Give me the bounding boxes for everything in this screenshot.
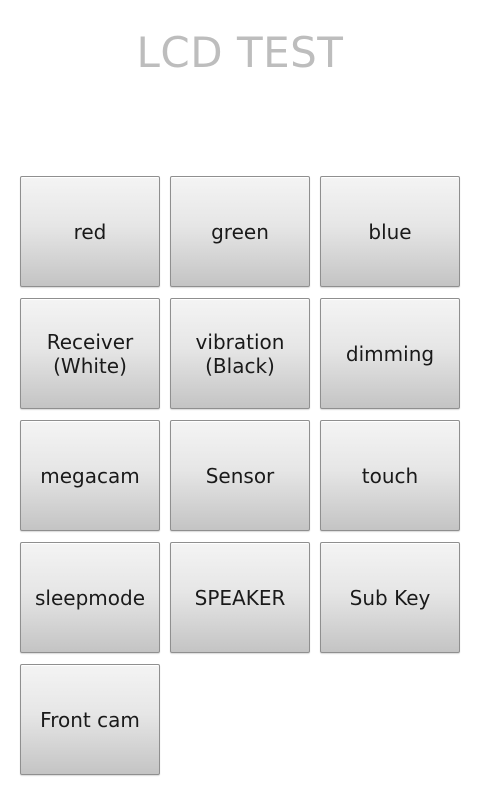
lcd-test-screen: LCD TEST red green blue Receiver (White)… [0,0,480,800]
touch-button[interactable]: touch [320,420,460,531]
sleepmode-button[interactable]: sleepmode [20,542,160,653]
green-button[interactable]: green [170,176,310,287]
blue-button[interactable]: blue [320,176,460,287]
sub-key-button[interactable]: Sub Key [320,542,460,653]
test-button-grid: red green blue Receiver (White) vibratio… [20,176,460,775]
speaker-button[interactable]: SPEAKER [170,542,310,653]
sensor-button[interactable]: Sensor [170,420,310,531]
red-button[interactable]: red [20,176,160,287]
megacam-button[interactable]: megacam [20,420,160,531]
front-cam-button[interactable]: Front cam [20,664,160,775]
page-title: LCD TEST [136,28,344,77]
receiver-white-button[interactable]: Receiver (White) [20,298,160,409]
vibration-black-button[interactable]: vibration (Black) [170,298,310,409]
dimming-button[interactable]: dimming [320,298,460,409]
